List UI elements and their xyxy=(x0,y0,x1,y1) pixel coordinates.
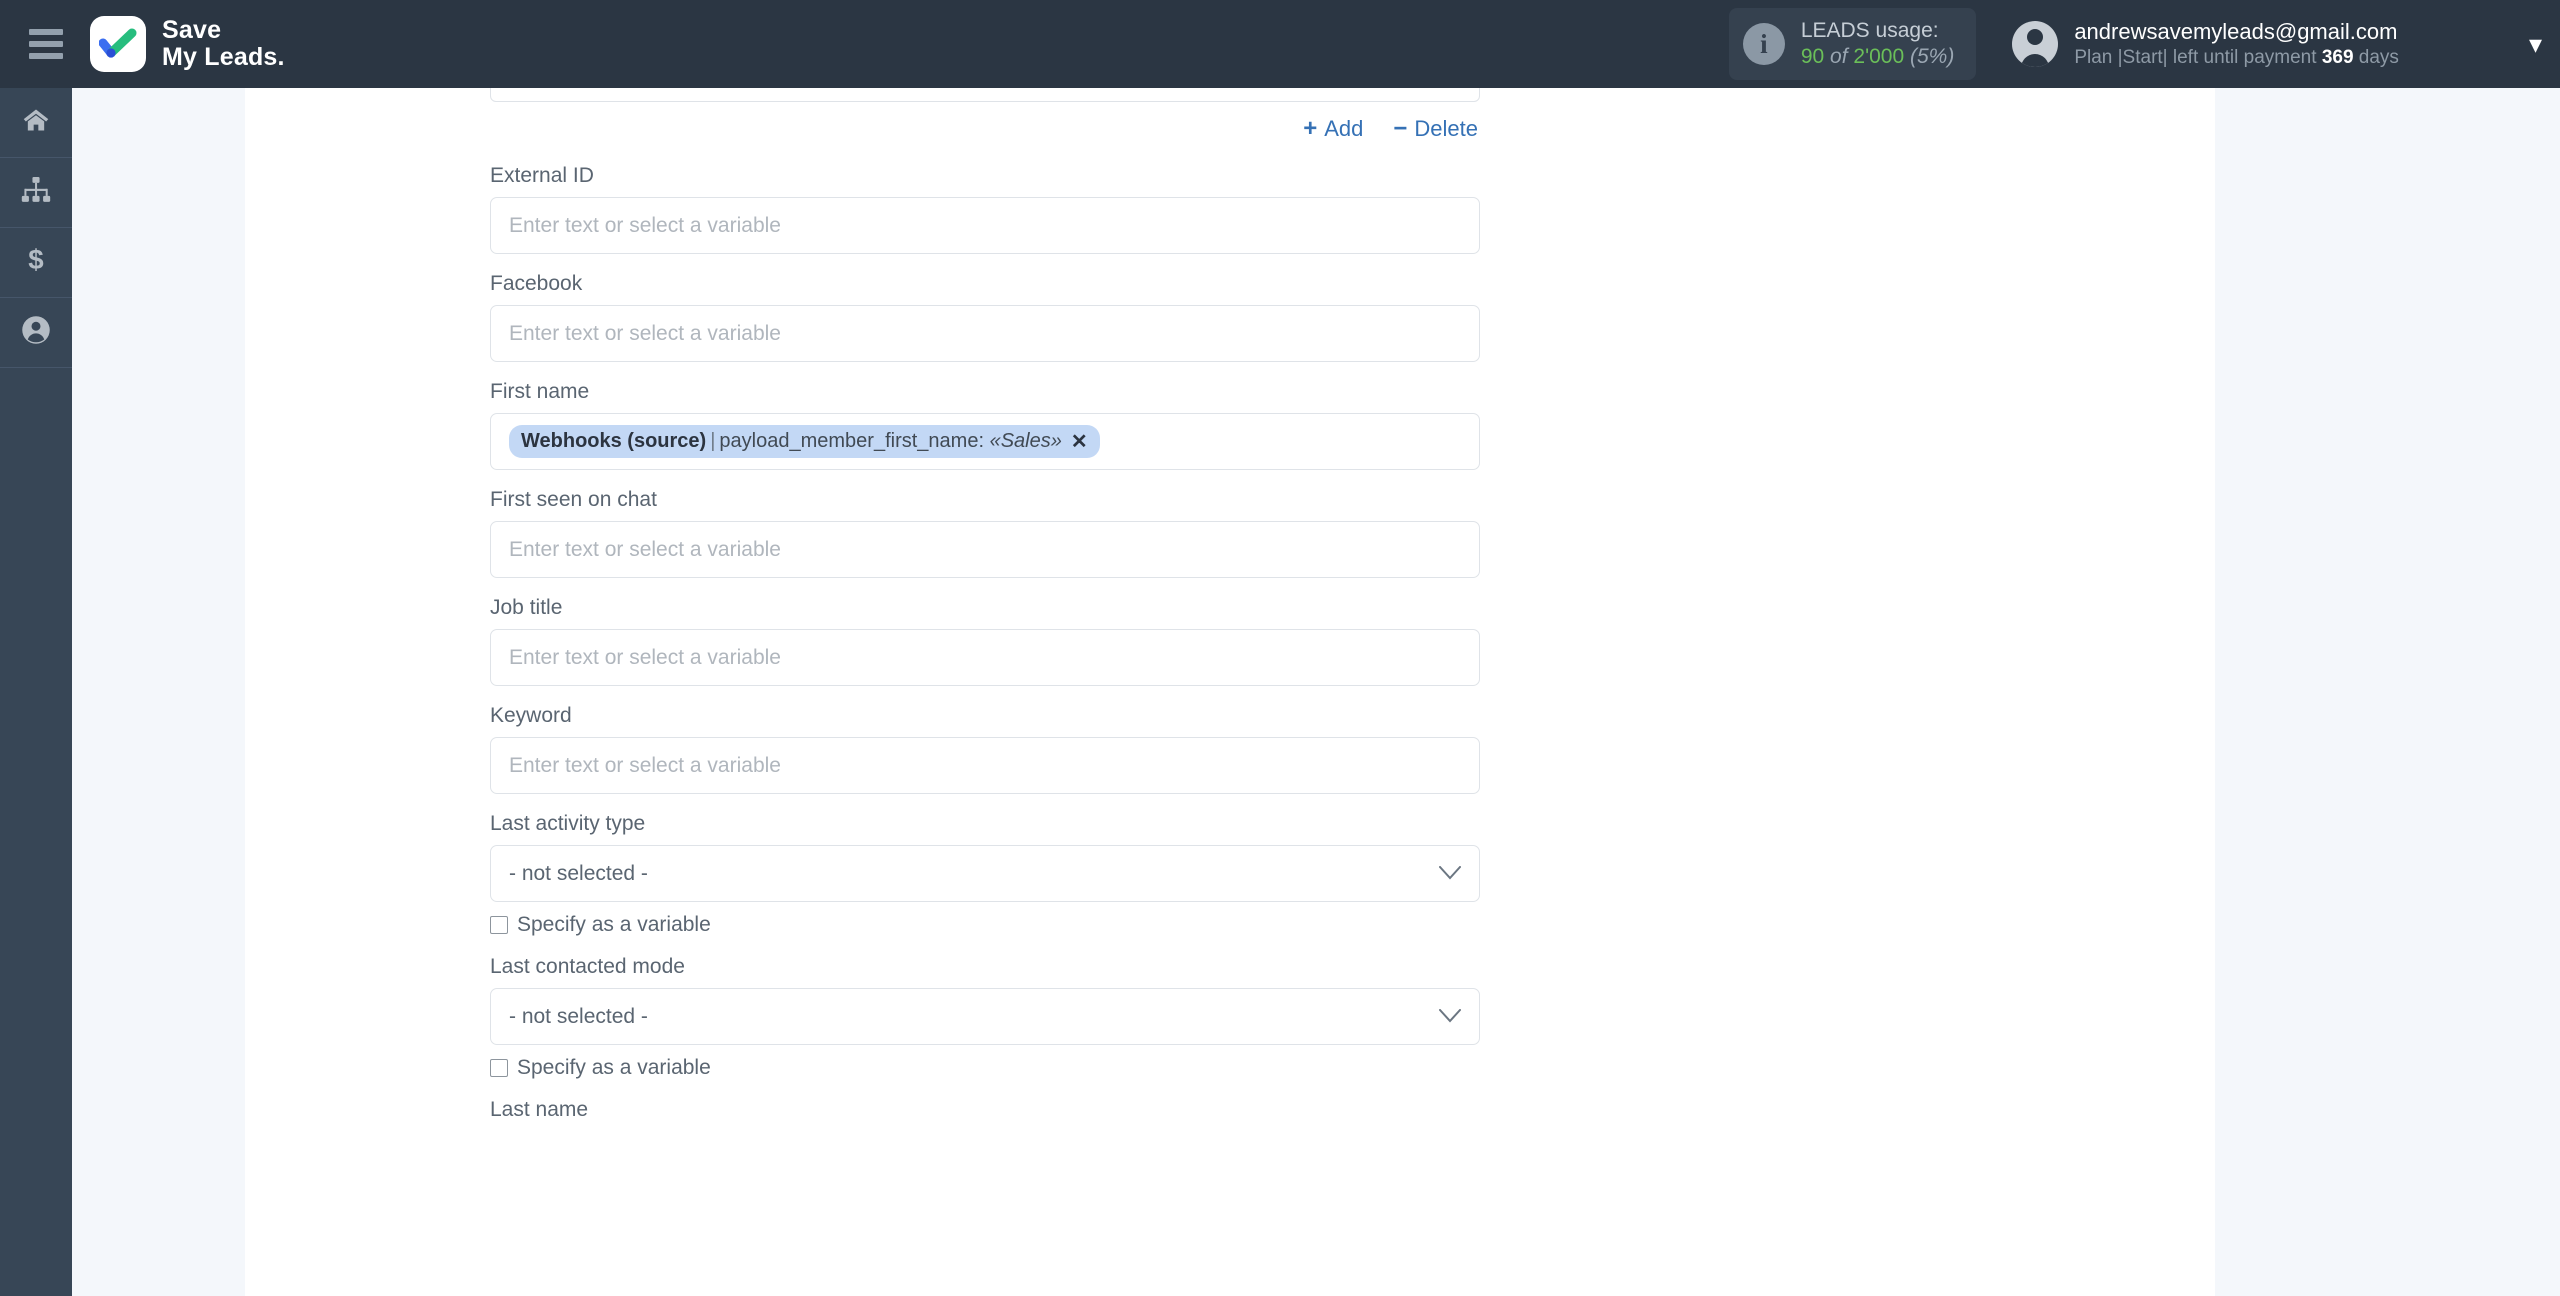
field-keyword: Keyword Enter text or select a variable xyxy=(490,704,1480,794)
account-email: andrewsavemyleads@gmail.com xyxy=(2074,19,2398,44)
usage-title: LEADS usage: xyxy=(1800,19,1939,43)
usage-percent: (5%) xyxy=(1909,45,1955,68)
field-first-seen-on-chat: First seen on chat Enter text or select … xyxy=(490,488,1480,578)
home-icon xyxy=(21,106,51,139)
top-header: Save My Leads. i LEADS usage: 90 of 2'00… xyxy=(0,0,2560,88)
field-label: Last name xyxy=(490,1098,589,1121)
checkbox-icon[interactable] xyxy=(490,1059,508,1077)
svg-text:$: $ xyxy=(28,245,43,275)
info-icon: i xyxy=(1742,23,1785,65)
chip-field: payload_member_first_name: xyxy=(719,430,985,452)
usage-of: of xyxy=(1830,45,1848,68)
variable-chip[interactable]: Webhooks (source) | payload_member_first… xyxy=(509,425,1100,458)
brand-line-2: My Leads. xyxy=(162,43,285,71)
avatar xyxy=(2012,21,2059,67)
field-external-id: External ID Enter text or select a varia… xyxy=(490,164,1480,254)
icon-sidebar: $ xyxy=(0,88,72,1296)
field-last-activity-type: Last activity type - not selected - Spec… xyxy=(490,812,1480,937)
first-seen-on-chat-input[interactable]: Enter text or select a variable xyxy=(490,521,1480,578)
sidebar-item-home[interactable] xyxy=(0,88,72,158)
keyword-input[interactable]: Enter text or select a variable xyxy=(490,737,1480,794)
leads-usage-badge[interactable]: i LEADS usage: 90 of 2'000 (5%) xyxy=(1728,8,1977,80)
field-label: External ID xyxy=(490,164,594,187)
add-delete-row: + Add − Delete xyxy=(490,102,1480,146)
facebook-input[interactable]: Enter text or select a variable xyxy=(490,305,1480,362)
account-days-suffix: days xyxy=(2358,46,2399,68)
checkbox-label: Specify as a variable xyxy=(517,913,711,936)
savemyleads-logo-icon xyxy=(90,16,146,72)
field-label: Last contacted mode xyxy=(490,955,685,978)
field-label: First name xyxy=(490,380,590,403)
checkbox-icon[interactable] xyxy=(490,916,508,934)
specify-as-variable-checkbox-row-activity[interactable]: Specify as a variable xyxy=(490,913,1480,937)
usage-text-group: LEADS usage: 90 of 2'000 (5%) xyxy=(1801,18,1954,69)
previous-field-input[interactable] xyxy=(490,88,1480,102)
sidebar-item-account[interactable] xyxy=(0,298,72,368)
field-label: First seen on chat xyxy=(490,488,657,511)
input-placeholder: Enter text or select a variable xyxy=(509,645,781,669)
secondary-side-panel xyxy=(72,88,245,1296)
delete-button[interactable]: − Delete xyxy=(1393,115,1478,143)
plus-icon: + xyxy=(1303,115,1318,142)
first-name-input[interactable]: Webhooks (source) | payload_member_first… xyxy=(490,413,1480,470)
brand-line-1: Save xyxy=(162,16,222,44)
input-placeholder: Enter text or select a variable xyxy=(509,537,781,561)
field-job-title: Job title Enter text or select a variabl… xyxy=(490,596,1480,686)
minus-icon: − xyxy=(1393,115,1408,142)
last-activity-type-select[interactable]: - not selected - xyxy=(490,845,1480,902)
usage-total: 2'000 xyxy=(1853,45,1905,68)
sidebar-item-billing[interactable]: $ xyxy=(0,228,72,298)
chip-remove-icon[interactable]: ✕ xyxy=(1071,429,1088,454)
field-first-name: First name Webhooks (source) | payload_m… xyxy=(490,380,1480,470)
account-menu[interactable]: andrewsavemyleads@gmail.com Plan |Start|… xyxy=(2012,19,2409,69)
chip-source: Webhooks (source) xyxy=(521,430,707,452)
delete-button-label: Delete xyxy=(1414,116,1478,141)
usage-numbers: 90 of 2'000 (5%) xyxy=(1801,44,1954,70)
field-label: Facebook xyxy=(490,272,583,295)
field-mapping-form: + Add − Delete External ID Enter text or… xyxy=(490,88,1480,1131)
user-circle-icon xyxy=(21,315,51,350)
job-title-input[interactable]: Enter text or select a variable xyxy=(490,629,1480,686)
field-label: Last activity type xyxy=(490,812,646,835)
usage-used: 90 xyxy=(1800,45,1825,68)
sidebar-item-connections[interactable] xyxy=(0,158,72,228)
dollar-icon: $ xyxy=(25,244,47,280)
hamburger-bar xyxy=(29,29,63,35)
specify-as-variable-checkbox-row-contacted[interactable]: Specify as a variable xyxy=(490,1056,1480,1080)
sitemap-icon xyxy=(21,177,51,208)
input-placeholder: Enter text or select a variable xyxy=(509,321,781,345)
account-plan: Plan |Start| left until payment 369 days xyxy=(2074,46,2399,69)
input-placeholder: Enter text or select a variable xyxy=(509,753,781,777)
select-value: - not selected - xyxy=(509,1004,648,1028)
field-last-contacted-mode: Last contacted mode - not selected - Spe… xyxy=(490,955,1480,1080)
field-last-name: Last name xyxy=(490,1098,1480,1122)
chip-separator: | xyxy=(710,430,716,452)
hamburger-bar xyxy=(29,41,63,47)
account-plan-prefix: Plan |Start| left until payment xyxy=(2074,46,2317,68)
brand-text: Save My Leads. xyxy=(162,17,285,71)
input-placeholder: Enter text or select a variable xyxy=(509,213,781,237)
external-id-input[interactable]: Enter text or select a variable xyxy=(490,197,1480,254)
chevron-down-icon xyxy=(1439,1005,1461,1029)
chevron-down-icon[interactable]: ▾ xyxy=(2529,31,2542,57)
brand-logo-link[interactable]: Save My Leads. xyxy=(90,16,285,72)
page-background-right xyxy=(2215,88,2560,1296)
account-days-value: 369 xyxy=(2321,46,2354,68)
hamburger-bar xyxy=(29,53,63,59)
chevron-down-icon xyxy=(1439,862,1461,886)
hamburger-icon[interactable] xyxy=(16,29,76,59)
field-facebook: Facebook Enter text or select a variable xyxy=(490,272,1480,362)
checkbox-label: Specify as a variable xyxy=(517,1056,711,1079)
account-text-group: andrewsavemyleads@gmail.com Plan |Start|… xyxy=(2074,19,2399,69)
header-right-group: i LEADS usage: 90 of 2'000 (5%) andrewsa… xyxy=(1728,0,2560,88)
main-content: + Add − Delete External ID Enter text or… xyxy=(245,88,2215,1296)
add-button[interactable]: + Add xyxy=(1303,115,1363,143)
field-label: Keyword xyxy=(490,704,572,727)
chip-value: «Sales» xyxy=(989,430,1062,452)
select-value: - not selected - xyxy=(509,861,648,885)
field-label: Job title xyxy=(490,596,563,619)
last-contacted-mode-select[interactable]: - not selected - xyxy=(490,988,1480,1045)
add-button-label: Add xyxy=(1324,116,1364,141)
